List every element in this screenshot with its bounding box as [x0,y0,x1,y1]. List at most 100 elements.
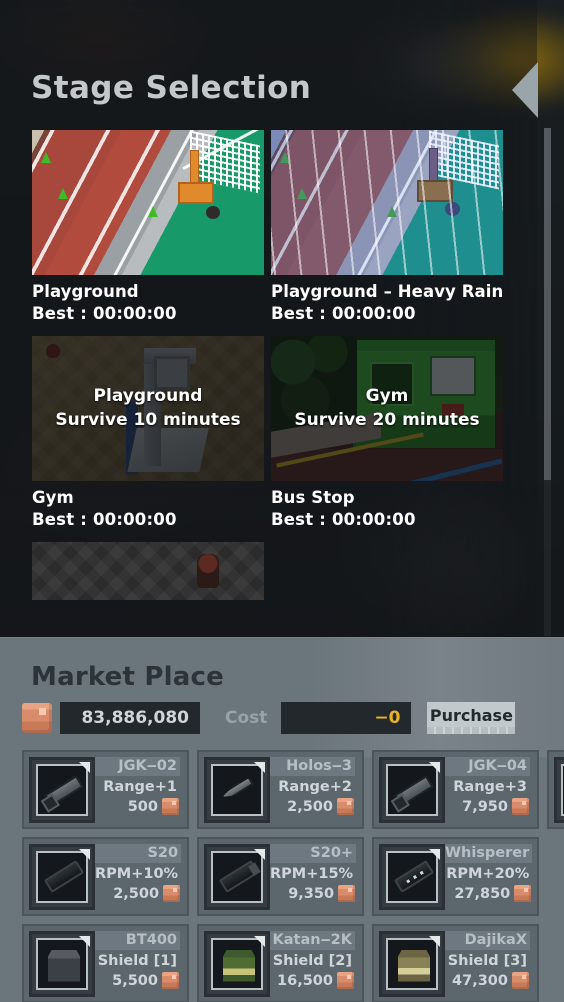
item-icon-frame [29,756,95,823]
market-item-bt400[interactable]: BT400 Shield [1] 5,500 [22,924,189,1002]
coin-icon [337,798,354,816]
market-item-holos-3[interactable]: Holos‒3 Range+2 2,500 [197,750,364,829]
scope-icon [36,763,88,816]
item-icon-frame [204,756,270,823]
stage-name: Playground – Heavy Rain [271,282,504,301]
stage-card-partial[interactable] [0,542,268,600]
item-body: BT400 Shield [1] 5,500 [95,930,182,997]
market-item-jgk-02[interactable]: JGK‒02 Range+1 500 [22,750,189,829]
market-item-dajikax[interactable]: DajikaX Shield [3] 47,300 [372,924,539,1002]
unlock-requirement: Survive 20 minutes [294,409,480,430]
stage-locked-overlay: Gym Survive 20 minutes [271,336,503,481]
stage-card-gym[interactable]: Playground Survive 10 minutes Gym Best :… [0,336,268,529]
item-price-row: 27,850 [454,885,532,903]
market-item-whisperer[interactable]: Whisperer RPM+20% 27,850 [372,837,539,916]
playground-rain-thumb-art [271,130,503,275]
stage-row: Playground Survive 10 minutes Gym Best :… [0,336,537,542]
item-price-row: 5,500 [112,972,180,990]
market-place-panel: Market Place 83,886,080 Cost −0 Purchase… [0,637,564,1002]
market-item-katan-2k[interactable]: Katan‒2K Shield [2] 16,500 [197,924,364,1002]
coin-icon [162,972,179,990]
item-price-row: 7,950 [462,798,530,816]
item-price: 500 [127,798,158,815]
item-effect: RPM+15% [270,866,354,883]
item-price: 2,500 [113,885,160,902]
back-arrow-icon [512,62,538,118]
item-body: S20+ RPM+15% 9,350 [270,843,358,910]
item-price: 5,500 [112,972,158,989]
market-place-title: Market Place [31,662,224,692]
item-name: JGK‒04 [445,756,530,777]
item-body: S20 RPM+10% 2,500 [95,843,183,910]
holo-sight-icon [211,763,263,816]
unlock-requirement: Survive 10 minutes [55,409,241,430]
item-price-row: 500 [127,798,180,816]
item-name: JGK‒02 [95,756,180,777]
stage-grid: Playground Best : 00:00:00 Playground – … [0,130,537,600]
back-button[interactable] [512,62,544,118]
item-effect: RPM+20% [446,866,530,883]
item-price-row: 47,300 [452,972,530,990]
item-price-row: 16,500 [277,972,355,990]
item-name: S20 [95,843,182,864]
item-icon-frame [29,843,95,910]
item-name: Katan‒2K [270,930,355,951]
stage-thumbnail [271,130,503,275]
coin-icon [163,885,181,903]
item-body: Whisperer RPM+20% 27,850 [445,843,534,910]
cone-icon [41,152,51,163]
stage-locked-overlay: Playground Survive 10 minutes [32,336,264,481]
coin-icon [338,885,356,903]
stage-best-time: Best : 00:00:00 [32,510,177,529]
scope-icon [386,763,438,816]
item-price: 16,500 [277,972,333,989]
unlock-stage-name: Playground [93,385,203,406]
vest-green-icon [211,937,263,990]
vest-gray-icon [36,937,88,990]
coin-icon [337,972,354,990]
game-screen: Stage Selection Playground Best: 00:00:… [0,0,564,1002]
coin-icon [512,798,529,816]
item-icon-frame [379,756,445,823]
stage-best-time: Best : 00:00:00 [32,304,177,323]
stage-thumbnail [32,542,264,600]
item-price: 2,500 [287,798,333,815]
stage-row: Playground Best : 00:00:00 Playground – … [0,130,537,336]
item-icon-frame [554,756,564,823]
stage-card-bus-stop[interactable]: Gym Survive 20 minutes Bus Stop Best : 0… [268,336,536,529]
item-effect: Shield [1] [97,953,177,970]
stage-name: Playground [32,282,139,301]
item-effect: Shield [2] [272,953,352,970]
scrollbar-thumb[interactable] [544,128,551,480]
purchase-button[interactable]: Purchase [427,702,516,734]
balance-value: 83,886,080 [60,702,200,734]
market-item-jgk-04[interactable]: JGK‒04 Range+3 7,950 [372,750,539,829]
suppressor-icon [386,850,438,903]
market-item-grid: JGK‒02 Range+1 500 Holos‒3 Range+2 2,500… [22,750,564,1002]
item-effect: RPM+10% [95,866,179,883]
stage-card-playground-heavy-rain[interactable]: Playground – Heavy Rain Best : 00:00:00 [268,130,536,323]
coin-icon [512,972,529,990]
stage-list-scrollbar[interactable] [544,128,551,636]
item-name: Holos‒3 [270,756,355,777]
market-item-s20-plus[interactable]: S20+ RPM+15% 9,350 [197,837,364,916]
stage-card-playground[interactable]: Playground Best : 00:00:00 [0,130,268,323]
stage-row-partial [0,542,537,600]
cone-icon [58,188,68,199]
item-price-row: 2,500 [287,798,355,816]
item-effect: Range+1 [103,779,177,796]
cost-value: −0 [281,702,412,734]
cone-icon [148,206,158,217]
item-price: 9,350 [288,885,335,902]
coin-icon [514,885,532,903]
mower-icon [178,182,220,219]
item-icon-frame [204,843,270,910]
rain-overlay-icon [271,130,503,275]
stage-thumbnail: Gym Survive 20 minutes [271,336,503,481]
item-name: DajikaX [445,930,530,951]
market-item-s20[interactable]: S20 RPM+10% 2,500 [22,837,189,916]
stage-selection-region: Stage Selection Playground Best: 00:00:… [0,0,564,637]
item-effect: Shield [3] [447,953,527,970]
market-item-partial[interactable] [547,750,564,829]
purchase-button-progress [427,727,516,734]
